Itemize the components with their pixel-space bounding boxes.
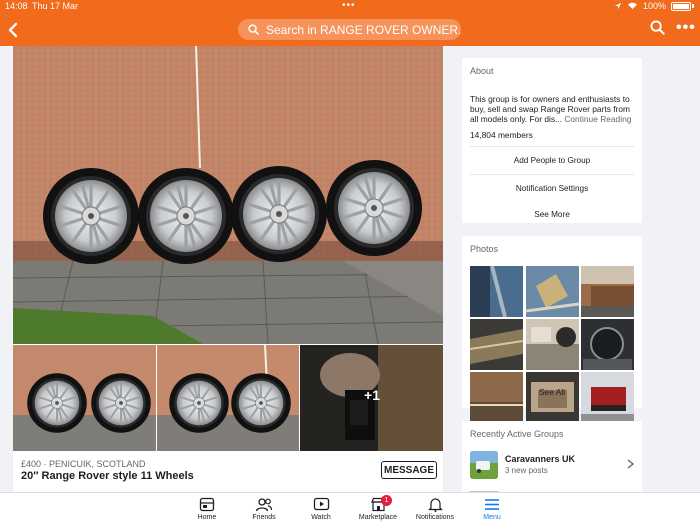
- battery-icon: [671, 1, 691, 11]
- thumbnail-1[interactable]: [13, 345, 156, 451]
- notification-settings-button[interactable]: Notification Settings: [470, 174, 634, 202]
- nav-menu[interactable]: Menu: [462, 497, 522, 521]
- watch-icon: [313, 497, 329, 511]
- group-avatar: [470, 451, 498, 479]
- thumbnail-2[interactable]: [156, 345, 300, 451]
- group-list-item[interactable]: Caravanners UK 3 new posts: [470, 451, 634, 479]
- nav-home-label: Home: [197, 514, 217, 521]
- battery-cap: [692, 4, 694, 8]
- photos-grid: [470, 266, 634, 423]
- photos-heading: Photos: [470, 244, 499, 254]
- more-options-icon[interactable]: •••: [676, 20, 696, 36]
- recent-groups-card: Recently Active Groups Caravanners UK 3 …: [462, 421, 642, 496]
- battery-percent: 100%: [642, 1, 666, 11]
- chevron-left-icon: [8, 22, 18, 38]
- group-new-posts: 3 new posts: [505, 466, 548, 475]
- photo-thumb[interactable]: [581, 372, 634, 423]
- nav-home[interactable]: Home: [177, 497, 237, 521]
- multitask-dots-icon[interactable]: •••: [342, 0, 356, 11]
- about-heading: About: [470, 66, 494, 76]
- nav-marketplace[interactable]: 1 Marketplace: [348, 495, 408, 521]
- thumbnail-more[interactable]: +1: [300, 345, 444, 451]
- continue-reading-link[interactable]: Continue Reading: [564, 114, 631, 124]
- top-bar: 14:08 Thu 17 Mar ••• 100% Search in RANG…: [0, 0, 700, 46]
- status-time: 14:08: [5, 1, 28, 11]
- see-more-button[interactable]: See More: [470, 202, 634, 228]
- photo-thumb[interactable]: [470, 266, 523, 317]
- add-people-button[interactable]: Add People to Group: [470, 146, 634, 174]
- see-all-photos-button[interactable]: See All: [462, 387, 642, 397]
- photo-thumb[interactable]: [470, 319, 523, 370]
- post-main-photo[interactable]: [13, 46, 443, 344]
- photo-thumb[interactable]: [525, 319, 579, 370]
- search-icon: [248, 24, 259, 35]
- bottom-nav: Home Friends Watch 1 Marketplace Notific…: [0, 492, 700, 525]
- status-right: 100%: [614, 1, 694, 11]
- nav-watch[interactable]: Watch: [291, 497, 351, 521]
- nav-menu-label: Menu: [483, 514, 501, 521]
- post-title: 20″ Range Rover style 11 Wheels: [21, 470, 194, 482]
- about-card: About This group is for owners and enthu…: [462, 58, 642, 223]
- about-description: This group is for owners and enthusiasts…: [462, 76, 642, 124]
- search-placeholder: Search in RANGE ROVER OWNER...: [266, 22, 461, 37]
- message-button[interactable]: MESSAGE: [381, 461, 437, 479]
- status-bar: 14:08 Thu 17 Mar ••• 100%: [0, 0, 700, 13]
- member-count: 14,804 members: [470, 130, 533, 140]
- nav-watch-label: Watch: [311, 514, 331, 521]
- post-price-location: £400 · PENICUIK, SCOTLAND: [21, 459, 146, 469]
- chevron-right-icon: [627, 459, 634, 469]
- status-date: Thu 17 Mar: [32, 1, 79, 11]
- wheels-photo: [13, 46, 443, 344]
- nav-friends[interactable]: Friends: [234, 497, 294, 521]
- nav-notifications[interactable]: Notifications: [405, 497, 465, 521]
- nav-friends-label: Friends: [252, 514, 276, 521]
- more-photos-count: +1: [364, 387, 381, 403]
- wifi-icon: [628, 2, 637, 10]
- friends-icon: [255, 498, 273, 512]
- header-search-icon[interactable]: [650, 20, 665, 35]
- back-button[interactable]: [8, 17, 24, 39]
- bell-icon: [427, 498, 443, 512]
- photo-thumb[interactable]: [470, 372, 523, 423]
- photo-thumb[interactable]: [581, 319, 634, 370]
- nav-marketplace-label: Marketplace: [358, 514, 398, 521]
- photo-thumb[interactable]: [525, 372, 579, 423]
- location-icon: [614, 2, 622, 10]
- post-thumbnails: +1: [13, 345, 444, 451]
- home-icon: [199, 497, 215, 512]
- photos-card: Photos See All: [462, 236, 642, 423]
- photo-thumb[interactable]: [525, 266, 579, 317]
- recent-groups-heading: Recently Active Groups: [470, 429, 564, 439]
- menu-icon: [485, 499, 499, 510]
- marketplace-badge: 1: [381, 495, 392, 506]
- photo-thumb[interactable]: [581, 266, 634, 317]
- group-search-input[interactable]: Search in RANGE ROVER OWNER...: [238, 19, 461, 40]
- nav-notifications-label: Notifications: [415, 514, 455, 521]
- group-name: Caravanners UK: [505, 454, 576, 464]
- marketplace-post[interactable]: +1 £400 · PENICUIK, SCOTLAND 20″ Range R…: [13, 46, 444, 492]
